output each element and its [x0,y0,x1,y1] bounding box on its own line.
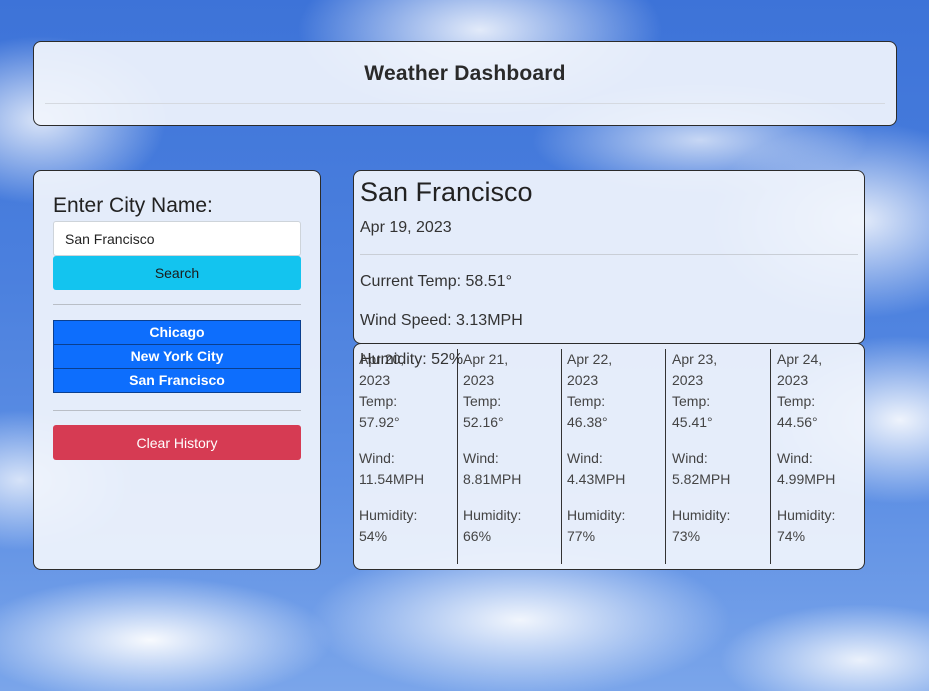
forecast-date: Apr 21, [463,351,509,367]
forecast-date: Apr 24, [777,351,823,367]
forecast-humidity: 77% [567,528,596,544]
forecast-wind-label: Wind: [463,450,499,466]
forecast-year: 2023 [672,372,704,388]
forecast-temp: 44.56° [777,414,818,430]
current-wind-speed: Wind Speed: 3.13MPH [360,312,523,329]
forecast-day: Apr 20, 2023 Temp: 57.92° Wind: 11.54MPH… [354,349,458,564]
forecast-day: Apr 21, 2023 Temp: 52.16° Wind: 8.81MPH … [458,349,562,564]
forecast-humidity-label: Humidity: [359,507,418,523]
forecast-humidity: 54% [359,528,388,544]
forecast-wind-label: Wind: [672,450,708,466]
forecast-date: Apr 23, [672,351,718,367]
forecast-wind-label: Wind: [359,450,395,466]
forecast-day: Apr 23, 2023 Temp: 45.41° Wind: 5.82MPH … [667,349,771,564]
forecast-year: 2023 [463,372,495,388]
forecast-panel: Apr 20, 2023 Temp: 57.92° Wind: 11.54MPH… [353,343,865,570]
forecast-wind-label: Wind: [567,450,603,466]
forecast-humidity-label: Humidity: [567,507,626,523]
current-city-name: San Francisco [360,177,533,207]
forecast-humidity: 66% [463,528,492,544]
forecast-temp-label: Temp: [777,393,816,409]
forecast-wind: 5.82MPH [672,471,731,487]
forecast-temp-label: Temp: [672,393,711,409]
search-history-list: Chicago New York City San Francisco [53,320,301,393]
forecast-temp-label: Temp: [567,393,606,409]
forecast-wind: 4.99MPH [777,471,836,487]
header-divider [45,103,885,104]
current-humidity: Humidity: 52% [360,351,464,368]
forecast-year: 2023 [567,372,599,388]
search-panel: Enter City Name: Search Chicago New York… [33,170,321,570]
forecast-temp: 46.38° [567,414,608,430]
search-button[interactable]: Search [53,256,301,290]
search-divider [53,304,301,305]
forecast-temp: 45.41° [672,414,713,430]
forecast-day: Apr 24, 2023 Temp: 44.56° Wind: 4.99MPH … [772,349,876,564]
current-temp: Current Temp: 58.51° [360,273,512,290]
forecast-year: 2023 [777,372,809,388]
history-divider [53,410,301,411]
history-item-new-york-city[interactable]: New York City [53,344,301,369]
forecast-humidity-label: Humidity: [463,507,522,523]
page-title: Weather Dashboard [364,62,566,85]
history-item-san-francisco[interactable]: San Francisco [53,368,301,393]
forecast-humidity: 74% [777,528,806,544]
history-item-chicago[interactable]: Chicago [53,320,301,345]
forecast-day: Apr 22, 2023 Temp: 46.38° Wind: 4.43MPH … [562,349,666,564]
forecast-wind-label: Wind: [777,450,813,466]
forecast-temp: 52.16° [463,414,504,430]
header-panel: Weather Dashboard [33,41,897,126]
current-weather-panel: San Francisco Apr 19, 2023 Current Temp:… [353,170,865,368]
forecast-humidity-label: Humidity: [672,507,731,523]
forecast-year: 2023 [359,372,391,388]
current-divider [360,254,858,255]
forecast-wind: 11.54MPH [359,471,425,487]
city-input-label: Enter City Name: [53,194,213,217]
forecast-temp-label: Temp: [359,393,398,409]
forecast-wind: 4.43MPH [567,471,626,487]
forecast-humidity: 73% [672,528,701,544]
clear-history-button[interactable]: Clear History [53,425,301,460]
forecast-wind: 8.81MPH [463,471,522,487]
current-date: Apr 19, 2023 [360,219,452,236]
forecast-date: Apr 22, [567,351,613,367]
city-search-input[interactable] [53,221,301,256]
forecast-temp-label: Temp: [463,393,502,409]
forecast-humidity-label: Humidity: [777,507,836,523]
forecast-temp: 57.92° [359,414,400,430]
